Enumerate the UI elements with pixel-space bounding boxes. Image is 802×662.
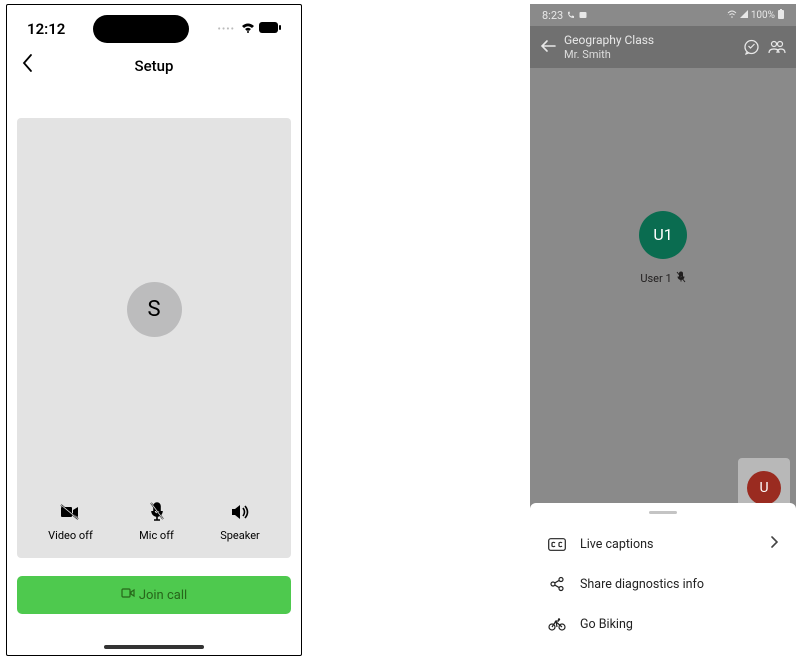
call-title: Geography Class [564,33,734,47]
mic-off-icon [146,501,168,523]
bike-icon [548,615,566,633]
battery-icon [778,9,784,22]
svg-text:⁺: ⁺ [727,13,728,18]
live-captions-item[interactable]: Live captions [530,524,796,564]
media-controls-row: Video off Mic off Speaker [17,501,291,546]
home-indicator [104,645,204,649]
ios-statusbar: 12:12 •••• [7,5,301,47]
ios-phone-frame: 12:12 •••• Setup S Video off [6,4,302,656]
battery-percent: 100% [751,10,775,21]
go-biking-label: Go Biking [580,617,633,632]
speaker-toggle[interactable]: Speaker [220,501,260,542]
mic-toggle-label: Mic off [139,529,174,542]
participants-button[interactable] [768,38,786,56]
signal-icon [740,10,748,21]
participant-label: User 1 [640,271,685,286]
video-off-icon [59,501,81,523]
phone-icon [567,9,575,22]
chat-button[interactable] [742,38,760,56]
message-notification-icon [579,9,587,22]
avatar-container: S [127,118,182,501]
call-header: Geography Class Mr. Smith [530,26,796,68]
join-call-button[interactable]: Join call [17,576,291,614]
video-toggle[interactable]: Video off [48,501,93,542]
call-subtitle: Mr. Smith [564,48,734,61]
page-title: Setup [7,57,301,75]
share-icon [548,575,566,593]
status-dots-icon: •••• [218,24,236,35]
call-main-area: U1 User 1 U [530,68,796,528]
status-time: 8:23 [542,9,563,22]
android-phone-frame: 8:23 ⁺ 100% Geography Class [530,4,796,656]
data-icon: ⁺ [727,10,737,21]
video-preview-area: S Video off Mic off Speaker [17,118,291,558]
status-icons: •••• [218,22,282,36]
mic-muted-icon [676,271,686,286]
speaker-toggle-label: Speaker [220,529,260,542]
participant-name: User 1 [640,272,671,285]
bottom-sheet: Live captions Share diagnostics info Go … [530,503,796,656]
live-captions-label: Live captions [580,537,653,552]
self-avatar: U [747,471,781,505]
speaker-icon [229,501,251,523]
wifi-icon [241,22,255,36]
sheet-drag-handle[interactable] [649,511,677,514]
android-statusbar: 8:23 ⁺ 100% [530,4,796,26]
share-diagnostics-label: Share diagnostics info [580,577,704,592]
participant-avatar: U1 [639,211,687,259]
user-avatar: S [127,282,182,337]
camera-icon [121,587,135,603]
status-time: 12:12 [27,20,65,38]
cc-icon [548,535,566,553]
join-call-label: Join call [139,588,187,603]
dynamic-island [93,15,189,43]
chevron-right-icon [770,536,778,552]
go-biking-item[interactable]: Go Biking [530,604,796,644]
battery-icon [259,22,281,36]
nav-bar: Setup [7,47,301,88]
video-toggle-label: Video off [48,529,93,542]
share-diagnostics-item[interactable]: Share diagnostics info [530,564,796,604]
back-button[interactable] [540,37,556,58]
mic-toggle[interactable]: Mic off [139,501,174,542]
